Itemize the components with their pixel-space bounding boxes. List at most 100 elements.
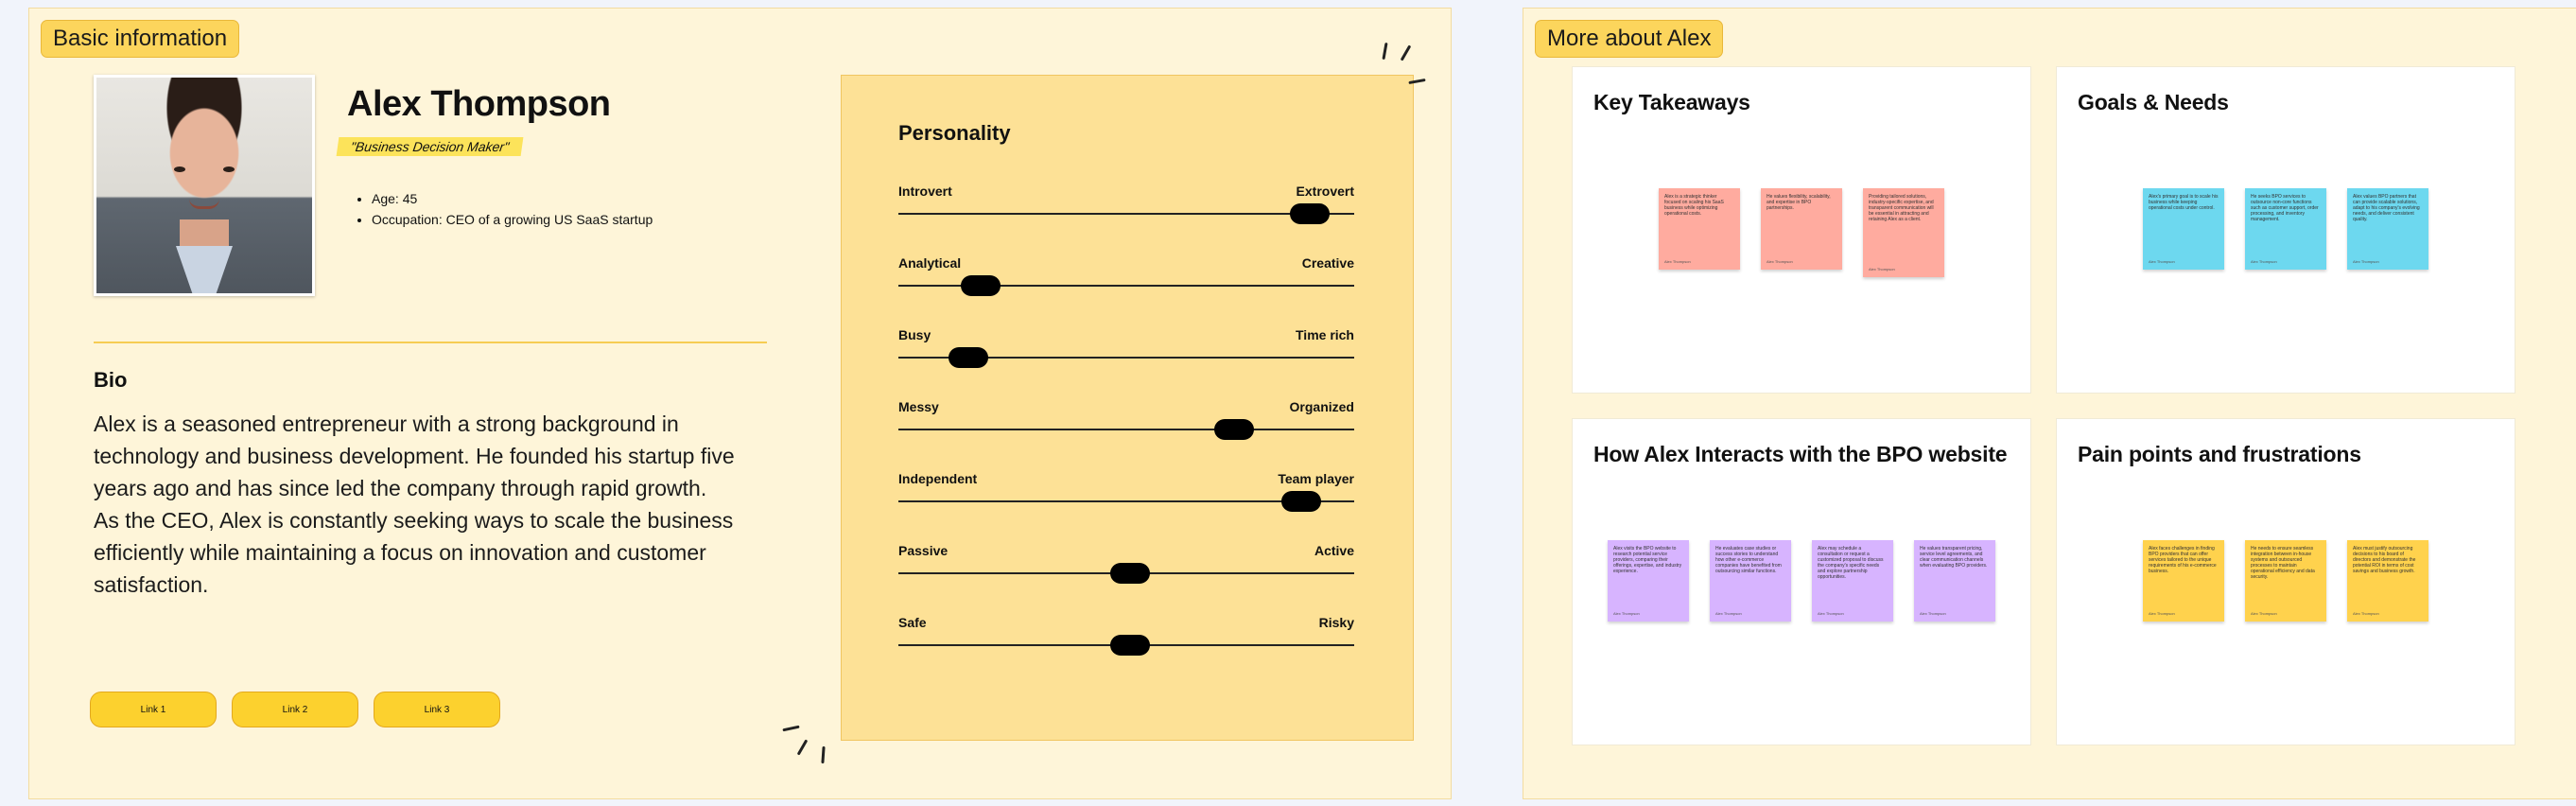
trait-right-label: Time rich [1296,327,1354,342]
sticky-author: Alex Thompson [1767,259,1793,264]
trait-slider[interactable]: Messy Organized [898,399,1354,440]
sticky-text: Alex faces challenges in finding BPO pro… [2149,546,2217,574]
sticky-note[interactable]: Alex must justify outsourcing decisions … [2347,540,2428,622]
sticky-text: Providing tailored solutions, industry-s… [1869,194,1934,222]
scribble-mark [1382,42,1388,61]
trait-left-label: Messy [898,399,939,414]
avatar-mouth [189,199,219,209]
sticky-text: He values transparent pricing, service l… [1920,546,1988,569]
trait-right-label: Active [1314,543,1354,558]
sticky-author: Alex Thompson [2251,611,2277,616]
section-card[interactable]: How Alex Interacts with the BPO website A… [1573,419,2030,745]
persona-name: Alex Thompson [347,84,611,124]
slider-knob[interactable] [1281,491,1321,512]
section-card[interactable]: Pain points and frustrations Alex faces c… [2057,419,2515,745]
trait-slider[interactable]: Analytical Creative [898,255,1354,296]
sticky-author: Alex Thompson [2353,611,2379,616]
sticky-author: Alex Thompson [1613,611,1640,616]
avatar [94,75,315,296]
trait-slider[interactable]: Safe Risky [898,615,1354,656]
slider-knob[interactable] [961,275,1001,296]
bio-heading: Bio [94,368,128,392]
sticky-text: Alex may schedule a consultation or requ… [1818,546,1884,580]
bio-text: Alex is a seasoned entrepreneur with a s… [94,412,735,597]
frame-label[interactable]: Basic information [41,20,240,58]
card-title: Pain points and frustrations [2078,442,2361,466]
section-card[interactable]: Key Takeaways Alex is a strategic thinker… [1573,67,2030,393]
sticky-text: He needs to ensure seamless integration … [2251,546,2315,580]
trait-left-label: Passive [898,543,949,558]
sticky-text: Alex must justify outsourcing decisions … [2353,546,2416,574]
sticky-note[interactable]: He values flexibility, scalability, and … [1761,188,1842,270]
link-1-button[interactable]: Link 1 [90,692,217,727]
trait-right-label: Team player [1278,471,1354,486]
frame-label[interactable]: More about Alex [1535,20,1724,58]
sticky-note[interactable]: Alex's primary goal is to scale his busi… [2143,188,2224,270]
sticky-author: Alex Thompson [1869,267,1895,272]
sticky-text: Alex visits the BPO website to research … [1613,546,1682,574]
sticky-note[interactable]: He evaluates case studies or success sto… [1710,540,1791,622]
sticky-text: Alex values BPO partners that can provid… [2353,194,2420,222]
trait-left-label: Independent [898,471,978,486]
trait-right-label: Organized [1289,399,1354,414]
slider-track [898,213,1354,215]
scribble-mark [796,739,809,756]
sticky-author: Alex Thompson [1715,611,1742,616]
scribble-mark [1400,44,1412,61]
avatar-eye-right [223,166,235,172]
sticky-author: Alex Thompson [1664,259,1691,264]
trait-slider[interactable]: Passive Active [898,543,1354,584]
sticky-note[interactable]: He values transparent pricing, service l… [1914,540,1995,622]
divider [94,342,767,343]
avatar-eye-left [174,166,185,172]
trait-left-label: Analytical [898,255,962,271]
sticky-note[interactable]: Providing tailored solutions, industry-s… [1863,188,1944,277]
trait-left-label: Introvert [898,184,952,199]
sticky-note[interactable]: Alex may schedule a consultation or requ… [1812,540,1893,622]
sticky-note[interactable]: He seeks BPO services to outsource non-c… [2245,188,2326,270]
scribble-mark [782,725,800,732]
personality-card: Personality Introvert Extrovert Analytical… [841,75,1414,741]
slider-knob[interactable] [1110,563,1150,584]
sticky-author: Alex Thompson [2149,611,2175,616]
link-2-button[interactable]: Link 2 [232,692,358,727]
link-3-button[interactable]: Link 3 [374,692,500,727]
slider-knob[interactable] [1214,419,1254,440]
fact-occupation: Occupation: CEO of a growing US SaaS sta… [372,209,653,230]
slider-knob[interactable] [949,347,988,368]
sticky-text: He values flexibility, scalability, and … [1767,194,1831,211]
sticky-author: Alex Thompson [2353,259,2379,264]
sticky-note[interactable]: Alex visits the BPO website to research … [1608,540,1689,622]
slider-knob[interactable] [1110,635,1150,656]
trait-slider[interactable]: Busy Time rich [898,327,1354,368]
scribble-mark [821,745,826,764]
sticky-author: Alex Thompson [1920,611,1946,616]
trait-left-label: Busy [898,327,931,342]
sticky-note[interactable]: Alex is a strategic thinker focused on s… [1659,188,1740,270]
card-title: Goals & Needs [2078,90,2229,114]
slider-track [898,429,1354,430]
more-about-frame: More about Alex Key Takeaways Alex is a s… [1523,8,2576,799]
sticky-author: Alex Thompson [2251,259,2277,264]
trait-slider[interactable]: Introvert Extrovert [898,184,1354,224]
fact-age: Age: 45 [372,188,653,209]
trait-right-label: Risky [1318,615,1354,630]
sticky-text: He seeks BPO services to outsource non-c… [2251,194,2319,222]
sticky-note[interactable]: Alex values BPO partners that can provid… [2347,188,2428,270]
sticky-text: He evaluates case studies or success sto… [1715,546,1782,574]
trait-slider[interactable]: Independent Team player [898,471,1354,512]
trait-right-label: Creative [1301,255,1354,271]
sticky-note[interactable]: He needs to ensure seamless integration … [2245,540,2326,622]
sticky-author: Alex Thompson [2149,259,2175,264]
personality-title: Personality [898,121,1011,145]
section-card[interactable]: Goals & Needs Alex's primary goal is to s… [2057,67,2515,393]
sticky-note[interactable]: Alex faces challenges in finding BPO pro… [2143,540,2224,622]
sticky-text: Alex is a strategic thinker focused on s… [1664,194,1724,217]
card-title: How Alex Interacts with the BPO website [1593,442,2008,466]
avatar-shirt [176,246,233,293]
persona-role-highlight: "Business Decision Maker" [336,137,524,156]
persona-facts: Age: 45 Occupation: CEO of a growing US … [355,188,653,230]
trait-left-label: Safe [898,615,927,630]
slider-knob[interactable] [1290,203,1330,224]
trait-right-label: Extrovert [1296,184,1354,199]
